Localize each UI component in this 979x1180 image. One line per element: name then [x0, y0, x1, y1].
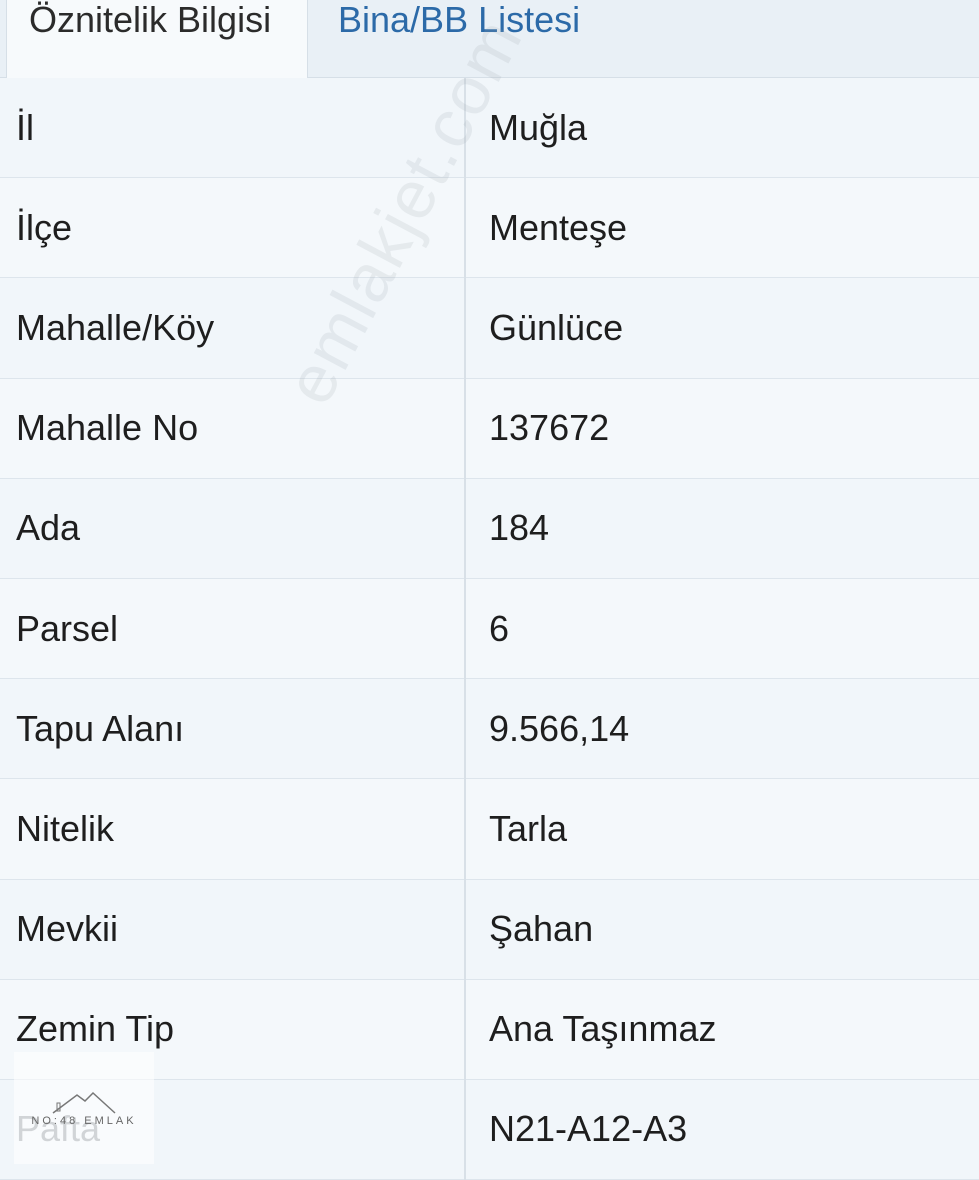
row-label: Mahalle No	[16, 407, 199, 449]
table-row: Mahalle No 137672	[0, 378, 979, 479]
row-value: 184	[489, 507, 550, 549]
row-label: Mevkii	[16, 908, 119, 950]
logo-text: NO:48 EMLAK	[31, 1115, 137, 1127]
row-label: Tapu Alanı	[16, 707, 185, 749]
house-roof-icon	[52, 1091, 116, 1114]
tab-bina-bb-listesi[interactable]: Bina/BB Listesi	[338, 0, 638, 78]
row-value: Menteşe	[489, 206, 628, 248]
row-value: Ana Taşınmaz	[489, 1008, 717, 1050]
agency-logo: NO:48 EMLAK	[14, 1052, 154, 1164]
row-value: 9.566,14	[489, 707, 630, 749]
row-label: İlçe	[16, 206, 73, 248]
table-row: Mevkii Şahan	[0, 879, 979, 980]
row-value: N21-A12-A3	[489, 1108, 688, 1150]
row-label: Mahalle/Köy	[16, 306, 215, 348]
table-row: Mahalle/Köy Günlüce	[0, 278, 979, 379]
row-label: İl	[16, 106, 34, 148]
row-label: Nitelik	[16, 807, 115, 849]
tab-oznitelik-bilgisi[interactable]: Öznitelik Bilgisi	[6, 0, 308, 79]
row-label: Parsel	[16, 607, 119, 649]
row-value: Tarla	[489, 807, 568, 849]
table-row: İl Muğla	[0, 78, 979, 179]
row-value: 137672	[489, 407, 610, 449]
row-value: 6	[489, 607, 510, 649]
table-row: İlçe Menteşe	[0, 178, 979, 279]
table-row: Tapu Alanı 9.566,14	[0, 679, 979, 780]
row-value: Şahan	[489, 908, 594, 950]
attribute-table: İl Muğla İlçe Menteşe Mahalle/Köy Günlüc…	[0, 78, 979, 1180]
table-row: Ada 184	[0, 478, 979, 579]
table-row: Parsel 6	[0, 578, 979, 680]
row-value: Muğla	[489, 106, 588, 148]
attribute-panel: Öznitelik Bilgisi Bina/BB Listesi İl Muğ…	[0, 0, 979, 1180]
table-row: Nitelik Tarla	[0, 779, 979, 880]
tab-bar: Öznitelik Bilgisi Bina/BB Listesi	[0, 0, 979, 79]
row-label: Ada	[16, 507, 81, 549]
row-value: Günlüce	[489, 306, 624, 348]
column-divider	[464, 78, 466, 1180]
